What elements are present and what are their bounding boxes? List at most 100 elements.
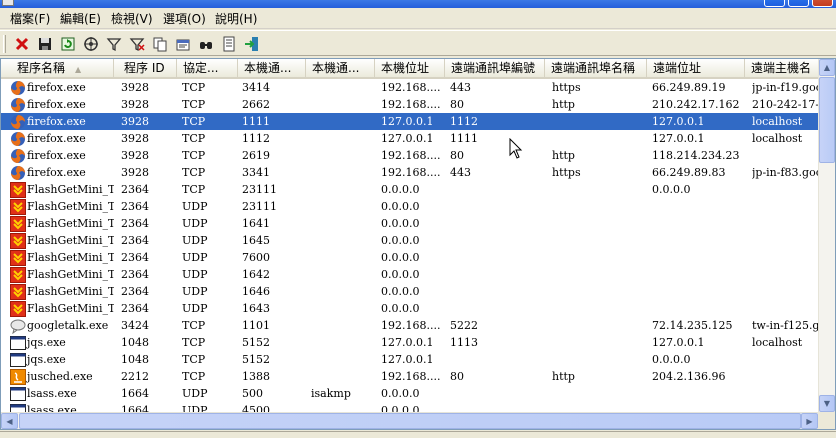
table-row[interactable]: firefox.exe 3928 TCP 1112 127.0.0.1 1111 127.0…: [1, 130, 819, 147]
column-header-remote-host[interactable]: 遠端主機名: [745, 59, 819, 78]
filter-remove-button[interactable]: [127, 34, 147, 54]
table-row[interactable]: FlashGetMini_T... 2364 UDP 1645 0.0.0.0: [1, 232, 819, 249]
cell-remote-port-name: https: [552, 81, 581, 94]
table-row[interactable]: jqs.exe 1048 TCP 5152 127.0.0.1 0.0.0.0: [1, 351, 819, 368]
column-header-local-port[interactable]: 本機通...: [238, 59, 306, 78]
table-row[interactable]: firefox.exe 3928 TCP 3414 192.168.... 443 http…: [1, 79, 819, 96]
table-row[interactable]: FlashGetMini_T... 2364 UDP 1642 0.0.0.0: [1, 266, 819, 283]
scroll-up-button[interactable]: ▲: [819, 59, 835, 76]
report-button[interactable]: [219, 34, 239, 54]
column-header-remote-port[interactable]: 遠端通訊埠編號: [445, 59, 545, 78]
cell-local-port: 1646: [242, 285, 270, 298]
cell-local-address: 127.0.0.1: [381, 132, 434, 145]
table-row[interactable]: jusched.exe 2212 TCP 1388 192.168.... 80 http 2…: [1, 368, 819, 385]
cell-protocol: UDP: [182, 200, 208, 213]
table-row[interactable]: googletalk.exe 3424 TCP 1101 192.168.... 5222…: [1, 317, 819, 335]
column-header-remote-port-name[interactable]: 遠端通訊埠名稱: [545, 59, 647, 78]
toolbar-grip[interactable]: [3, 35, 6, 53]
options-button[interactable]: [173, 34, 193, 54]
scroll-left-button[interactable]: ◀: [1, 413, 18, 429]
cell-process-name: FlashGetMini_T...: [27, 183, 114, 196]
exit-button[interactable]: [242, 34, 262, 54]
horizontal-scroll-thumb[interactable]: [19, 413, 801, 429]
table-row[interactable]: FlashGetMini_T... 2364 UDP 1641 0.0.0.0: [1, 215, 819, 232]
cell-remote-address: 127.0.0.1: [652, 132, 705, 145]
cell-remote-address: [652, 198, 748, 215]
close-connection-button[interactable]: [12, 34, 32, 54]
filter-button[interactable]: [104, 34, 124, 54]
cell-remote-host: [752, 181, 819, 198]
table-row[interactable]: firefox.exe 3928 TCP 3341 192.168.... 443 http…: [1, 164, 819, 181]
cell-protocol: TCP: [182, 81, 206, 94]
table-row[interactable]: FlashGetMini_T... 2364 UDP 23111 0.0.0.0: [1, 198, 819, 215]
cell-remote-port-name: [552, 283, 648, 300]
scroll-down-button[interactable]: ▼: [819, 395, 835, 412]
menu-help[interactable]: 說明(H): [213, 11, 259, 27]
menu-file[interactable]: 檔案(F): [8, 11, 52, 27]
column-header-process-id[interactable]: 程序 ID: [114, 59, 177, 78]
column-header-process-name[interactable]: 程序名稱 ▲: [1, 59, 114, 78]
cell-process-id: 3928: [121, 98, 149, 111]
cell-process-id: 3928: [121, 81, 149, 94]
menu-view[interactable]: 檢視(V): [109, 11, 155, 27]
close-window-button[interactable]: [812, 0, 833, 7]
properties-button[interactable]: [81, 34, 101, 54]
cell-protocol: TCP: [182, 319, 206, 332]
menu-options[interactable]: 選項(O): [161, 11, 208, 27]
find-button[interactable]: [196, 34, 216, 54]
column-header-remote-address[interactable]: 遠端位址: [647, 59, 745, 78]
save-button[interactable]: [35, 34, 55, 54]
cell-remote-port: [450, 351, 546, 368]
cell-local-port: 1641: [242, 217, 270, 230]
cell-remote-port-name: [552, 266, 648, 283]
cell-local-port-name: [311, 300, 375, 317]
cell-remote-port: [450, 232, 546, 249]
cell-local-port-name: [311, 317, 375, 334]
cell-process-id: 3928: [121, 149, 149, 162]
table-row[interactable]: FlashGetMini_T... 2364 UDP 7600 0.0.0.0: [1, 249, 819, 266]
scroll-right-button[interactable]: ▶: [801, 413, 818, 429]
column-header-local-address[interactable]: 本機位址: [375, 59, 445, 78]
cell-protocol: TCP: [182, 149, 206, 162]
cell-remote-port: 1112: [450, 115, 478, 128]
cell-local-port-name: [311, 283, 375, 300]
cell-process-name: jqs.exe: [27, 336, 66, 349]
minimize-button[interactable]: [764, 0, 785, 7]
menu-edit[interactable]: 編輯(E): [58, 11, 103, 27]
cell-local-address: 0.0.0.0: [381, 285, 420, 298]
vertical-scroll-thumb[interactable]: [819, 77, 835, 163]
table-row[interactable]: firefox.exe 3928 TCP 2619 192.168.... 80 http 1…: [1, 147, 819, 164]
cell-remote-port: 443: [450, 166, 471, 179]
cell-protocol: UDP: [182, 251, 208, 264]
cell-remote-port-name: [552, 215, 648, 232]
exit-icon: [245, 37, 258, 51]
column-header-protocol[interactable]: 協定...: [177, 59, 238, 78]
table-row[interactable]: firefox.exe 3928 TCP 1111 127.0.0.1 1112 127.0…: [1, 113, 819, 130]
table-row[interactable]: FlashGetMini_T... 2364 UDP 1643 0.0.0.0: [1, 300, 819, 317]
copy-button[interactable]: [150, 34, 170, 54]
vertical-scrollbar[interactable]: ▲ ▼: [818, 59, 835, 413]
copy-icon: [153, 37, 167, 52]
cell-protocol: TCP: [182, 132, 206, 145]
column-header-local-port-name[interactable]: 本機通...: [306, 59, 375, 78]
cell-remote-host: [752, 232, 819, 249]
cell-process-name: firefox.exe: [27, 132, 86, 145]
cell-remote-port: 80: [450, 98, 464, 111]
table-row[interactable]: FlashGetMini_T... 2364 TCP 23111 0.0.0.0 0.0.…: [1, 181, 819, 198]
cell-process-id: 2364: [121, 268, 149, 281]
cell-process-name: firefox.exe: [27, 98, 86, 111]
cell-remote-port-name: [552, 130, 648, 147]
cell-remote-host: [752, 351, 819, 368]
table-row[interactable]: lsass.exe 1664 UDP 500 isakmp 0.0.0.0: [1, 385, 819, 402]
cell-local-port: 23111: [242, 183, 277, 196]
table-row[interactable]: jqs.exe 1048 TCP 5152 127.0.0.1 1113 127.0.0.1…: [1, 334, 819, 351]
horizontal-scrollbar[interactable]: ◀ ▶: [1, 412, 819, 429]
cell-remote-port: [450, 385, 546, 402]
cell-remote-address: 66.249.89.19: [652, 81, 726, 94]
table-row[interactable]: firefox.exe 3928 TCP 2662 192.168.... 80 http 2…: [1, 96, 819, 113]
maximize-button[interactable]: [788, 0, 809, 7]
connections-list[interactable]: 程序名稱 ▲ 程序 ID 協定... 本機通... 本機通... 本機位址 遠端通…: [0, 58, 836, 430]
table-row[interactable]: FlashGetMini_T... 2364 UDP 1646 0.0.0.0: [1, 283, 819, 300]
sort-arrow-icon: ▲: [75, 65, 82, 74]
refresh-button[interactable]: [58, 34, 78, 54]
